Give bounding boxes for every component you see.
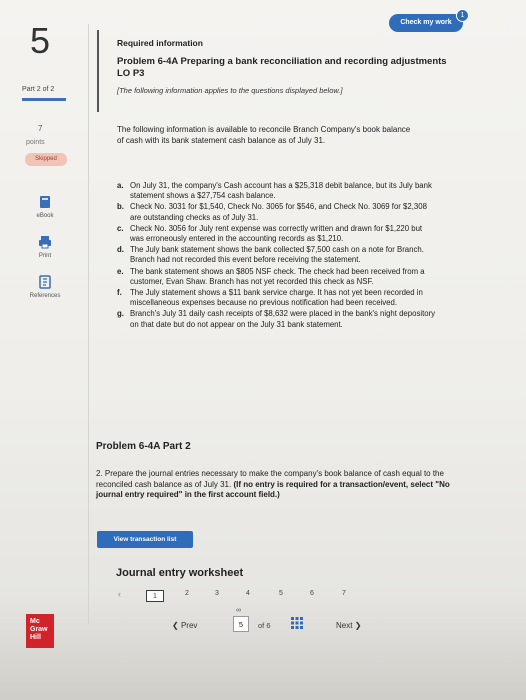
part-progress-bar — [22, 98, 66, 101]
link-icon: ∞ — [236, 607, 241, 614]
worksheet-tab-3[interactable]: 3 — [215, 590, 219, 597]
part2-title: Problem 6-4A Part 2 — [96, 441, 191, 452]
item-marker: b. — [117, 202, 124, 212]
page-number-box[interactable]: 5 — [233, 616, 249, 632]
required-heading: Required information — [117, 38, 203, 48]
worksheet-tab-4[interactable]: 4 — [246, 590, 250, 597]
item-marker: f. — [117, 288, 122, 298]
left-rail: 5 Part 2 of 2 7 points Skipped eBook Pri… — [0, 0, 88, 660]
logo-line-1: Mc — [30, 618, 40, 625]
item-marker: a. — [117, 181, 124, 190]
item-text: The July statement shows a $11 bank serv… — [130, 288, 423, 308]
page-count: of 6 — [258, 621, 271, 630]
printer-icon — [39, 236, 51, 249]
ebook-button[interactable]: eBook — [22, 194, 68, 219]
worksheet-tab-6[interactable]: 6 — [310, 590, 314, 597]
worksheet-tab-5[interactable]: 5 — [279, 590, 283, 597]
part-indicator: Part 2 of 2 — [22, 86, 55, 93]
question-2-text: 2. Prepare the journal entries necessary… — [96, 469, 466, 501]
worksheet-tab-1[interactable]: 1 — [146, 590, 164, 602]
print-label: Print — [38, 253, 52, 259]
list-item: b. Check No. 3031 for $1,540, Check No. 3… — [117, 202, 437, 222]
book-icon — [40, 196, 50, 208]
item-marker: d. — [117, 245, 124, 255]
item-text: The July bank statement shows the bank c… — [130, 245, 424, 265]
prev-button[interactable]: ❮ Prev — [172, 618, 226, 634]
prev-label: Prev — [180, 621, 198, 630]
list-item: f. The July statement shows a $11 bank se… — [117, 288, 437, 308]
check-count-badge: 1 — [456, 9, 469, 22]
logo-line-3: Hill — [30, 634, 41, 641]
list-item: c. Check No. 3056 for July rent expense w… — [117, 224, 437, 244]
worksheet-title: Journal entry worksheet — [116, 567, 244, 579]
print-button[interactable]: Print — [22, 234, 68, 259]
next-label: Next — [336, 621, 353, 630]
list-item: g. Branch's July 31 daily cash receipts o… — [117, 309, 437, 329]
logo-line-2: Graw — [30, 626, 48, 633]
view-transaction-list-button[interactable]: View transaction list — [97, 531, 193, 548]
item-marker: e. — [117, 266, 124, 276]
chevron-left-icon[interactable]: ‹ — [118, 589, 121, 599]
worksheet-tab-7[interactable]: 7 — [342, 590, 346, 597]
item-text: Check No. 3056 for July rent expense was… — [130, 223, 423, 244]
chevron-left-icon: ❮ — [172, 621, 179, 630]
points-value: 7 — [38, 124, 43, 133]
assignment-page: 5 Part 2 of 2 7 points Skipped eBook Pri… — [0, 0, 526, 700]
item-text: The bank statement shows an $805 NSF che… — [130, 266, 425, 286]
grid-icon[interactable] — [290, 616, 304, 630]
ebook-label: eBook — [36, 213, 54, 219]
points-label: points — [26, 139, 45, 146]
item-text: Branch's July 31 daily cash receipts of … — [130, 309, 436, 329]
item-text: Check No. 3031 for $1,540, Check No. 306… — [130, 202, 427, 222]
skipped-badge: Skipped — [25, 153, 67, 166]
references-label: References — [29, 293, 61, 299]
item-marker: c. — [117, 223, 124, 233]
applies-note: [The following information applies to th… — [117, 86, 343, 95]
chevron-right-icon: ❯ — [354, 621, 362, 630]
list-item: d. The July bank statement shows the bank… — [117, 245, 437, 265]
next-button[interactable]: Next ❯ — [336, 618, 390, 634]
references-icon — [39, 275, 51, 289]
intro-text: The following information is available t… — [117, 125, 411, 145]
question-number: 5 — [30, 20, 51, 61]
worksheet-tab-2[interactable]: 2 — [185, 590, 189, 597]
references-button[interactable]: References — [22, 274, 68, 299]
list-item: e. The bank statement shows an $805 NSF c… — [117, 267, 437, 287]
item-text: On July 31, the company's Cash account h… — [130, 181, 432, 201]
mcgraw-hill-logo: Mc Graw Hill — [26, 614, 54, 648]
item-marker: g. — [117, 309, 124, 319]
worksheet-tabs: ‹ 1 2 3 4 5 6 7 — [116, 589, 356, 608]
transaction-list: a. On July 31, the company's Cash account… — [117, 181, 437, 331]
problem-title: Problem 6-4A Preparing a bank reconcilia… — [117, 56, 447, 79]
list-item: a. On July 31, the company's Cash account… — [117, 181, 437, 201]
required-information-box: Required information Problem 6-4A Prepar… — [97, 30, 457, 112]
rail-divider — [88, 24, 89, 624]
